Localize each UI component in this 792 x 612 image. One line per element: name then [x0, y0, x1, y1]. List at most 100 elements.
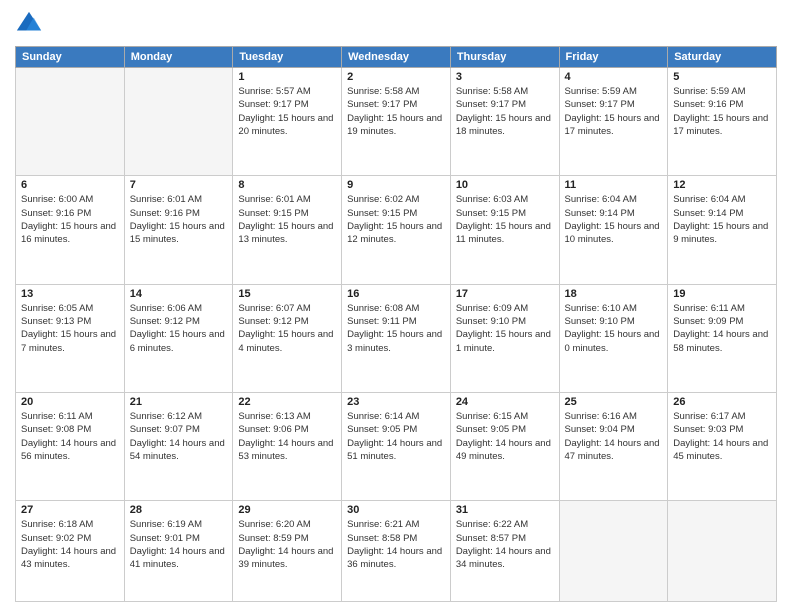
day-info: Sunrise: 6:21 AMSunset: 8:58 PMDaylight:… — [347, 518, 445, 571]
day-info: Sunrise: 6:06 AMSunset: 9:12 PMDaylight:… — [130, 302, 228, 355]
day-number: 28 — [130, 504, 228, 516]
weekday-header: Monday — [124, 47, 233, 68]
calendar-cell: 30 Sunrise: 6:21 AMSunset: 8:58 PMDayligh… — [342, 501, 451, 602]
calendar-cell: 27Sunrise: 6:18 AMSunset: 9:02 PMDayligh… — [16, 501, 125, 602]
calendar-cell — [668, 501, 777, 602]
day-number: 21 — [130, 396, 228, 408]
day-number: 7 — [130, 179, 228, 191]
calendar-cell — [559, 501, 668, 602]
calendar-cell: 25 Sunrise: 6:16 AMSunset: 9:04 PMDayligh… — [559, 393, 668, 501]
day-info: Sunrise: 5:59 AMSunset: 9:17 PMDaylight:… — [565, 85, 663, 138]
calendar-cell: 22 Sunrise: 6:13 AMSunset: 9:06 PMDayligh… — [233, 393, 342, 501]
day-number: 16 — [347, 288, 445, 300]
day-number: 31 — [456, 504, 554, 516]
day-info: Sunrise: 6:14 AMSunset: 9:05 PMDaylight:… — [347, 410, 445, 463]
calendar-cell: 29 Sunrise: 6:20 AMSunset: 8:59 PMDayligh… — [233, 501, 342, 602]
day-info: Sunrise: 6:04 AMSunset: 9:14 PMDaylight:… — [673, 193, 771, 246]
day-number: 8 — [238, 179, 336, 191]
day-info: Sunrise: 6:08 AMSunset: 9:11 PMDaylight:… — [347, 302, 445, 355]
day-info: Sunrise: 6:10 AMSunset: 9:10 PMDaylight:… — [565, 302, 663, 355]
day-info: Sunrise: 6:01 AMSunset: 9:16 PMDaylight:… — [130, 193, 228, 246]
calendar-cell: 10 Sunrise: 6:03 AMSunset: 9:15 PMDayligh… — [450, 176, 559, 284]
day-number: 4 — [565, 71, 663, 83]
calendar-cell: 6 Sunrise: 6:00 AMSunset: 9:16 PMDaylight… — [16, 176, 125, 284]
calendar-week-row: 6 Sunrise: 6:00 AMSunset: 9:16 PMDaylight… — [16, 176, 777, 284]
calendar-cell: 2 Sunrise: 5:58 AMSunset: 9:17 PMDaylight… — [342, 68, 451, 176]
calendar-cell: 3 Sunrise: 5:58 AMSunset: 9:17 PMDaylight… — [450, 68, 559, 176]
day-number: 22 — [238, 396, 336, 408]
day-number: 29 — [238, 504, 336, 516]
logo-icon — [15, 10, 43, 38]
day-info: Sunrise: 6:20 AMSunset: 8:59 PMDaylight:… — [238, 518, 336, 571]
day-info: Sunrise: 6:11 AMSunset: 9:08 PMDaylight:… — [21, 410, 119, 463]
calendar-cell: 24Sunrise: 6:15 AMSunset: 9:05 PMDayligh… — [450, 393, 559, 501]
calendar-cell: 7 Sunrise: 6:01 AMSunset: 9:16 PMDaylight… — [124, 176, 233, 284]
day-info: Sunrise: 6:05 AMSunset: 9:13 PMDaylight:… — [21, 302, 119, 355]
day-number: 26 — [673, 396, 771, 408]
weekday-header: Thursday — [450, 47, 559, 68]
calendar-cell: 26 Sunrise: 6:17 AMSunset: 9:03 PMDayligh… — [668, 393, 777, 501]
day-info: Sunrise: 5:59 AMSunset: 9:16 PMDaylight:… — [673, 85, 771, 138]
day-number: 6 — [21, 179, 119, 191]
calendar-cell: 4 Sunrise: 5:59 AMSunset: 9:17 PMDaylight… — [559, 68, 668, 176]
day-info: Sunrise: 6:17 AMSunset: 9:03 PMDaylight:… — [673, 410, 771, 463]
day-info: Sunrise: 6:04 AMSunset: 9:14 PMDaylight:… — [565, 193, 663, 246]
calendar-week-row: 13Sunrise: 6:05 AMSunset: 9:13 PMDayligh… — [16, 284, 777, 392]
page: SundayMondayTuesdayWednesdayThursdayFrid… — [0, 0, 792, 612]
day-number: 1 — [238, 71, 336, 83]
day-number: 11 — [565, 179, 663, 191]
day-info: Sunrise: 6:00 AMSunset: 9:16 PMDaylight:… — [21, 193, 119, 246]
day-number: 18 — [565, 288, 663, 300]
calendar-cell: 21 Sunrise: 6:12 AMSunset: 9:07 PMDayligh… — [124, 393, 233, 501]
day-number: 2 — [347, 71, 445, 83]
day-number: 3 — [456, 71, 554, 83]
calendar-cell: 11 Sunrise: 6:04 AMSunset: 9:14 PMDayligh… — [559, 176, 668, 284]
calendar-cell: 18 Sunrise: 6:10 AMSunset: 9:10 PMDayligh… — [559, 284, 668, 392]
day-info: Sunrise: 6:02 AMSunset: 9:15 PMDaylight:… — [347, 193, 445, 246]
calendar-cell: 31 Sunrise: 6:22 AMSunset: 8:57 PMDayligh… — [450, 501, 559, 602]
day-number: 20 — [21, 396, 119, 408]
weekday-header: Sunday — [16, 47, 125, 68]
calendar-week-row: 20 Sunrise: 6:11 AMSunset: 9:08 PMDayligh… — [16, 393, 777, 501]
calendar-table: SundayMondayTuesdayWednesdayThursdayFrid… — [15, 46, 777, 602]
weekday-header: Friday — [559, 47, 668, 68]
day-number: 30 — [347, 504, 445, 516]
day-number: 15 — [238, 288, 336, 300]
day-info: Sunrise: 6:12 AMSunset: 9:07 PMDaylight:… — [130, 410, 228, 463]
day-number: 5 — [673, 71, 771, 83]
calendar-cell: 20 Sunrise: 6:11 AMSunset: 9:08 PMDayligh… — [16, 393, 125, 501]
day-info: Sunrise: 6:18 AMSunset: 9:02 PMDaylight:… — [21, 518, 119, 571]
calendar-cell: 17Sunrise: 6:09 AMSunset: 9:10 PMDayligh… — [450, 284, 559, 392]
day-info: Sunrise: 6:22 AMSunset: 8:57 PMDaylight:… — [456, 518, 554, 571]
calendar-cell: 5 Sunrise: 5:59 AMSunset: 9:16 PMDaylight… — [668, 68, 777, 176]
calendar-cell: 12 Sunrise: 6:04 AMSunset: 9:14 PMDayligh… — [668, 176, 777, 284]
calendar-cell: 15 Sunrise: 6:07 AMSunset: 9:12 PMDayligh… — [233, 284, 342, 392]
header — [15, 10, 777, 38]
day-number: 10 — [456, 179, 554, 191]
calendar-week-row: 27Sunrise: 6:18 AMSunset: 9:02 PMDayligh… — [16, 501, 777, 602]
logo — [15, 10, 47, 38]
day-info: Sunrise: 6:07 AMSunset: 9:12 PMDaylight:… — [238, 302, 336, 355]
calendar-cell: 19Sunrise: 6:11 AMSunset: 9:09 PMDayligh… — [668, 284, 777, 392]
calendar-cell: 13Sunrise: 6:05 AMSunset: 9:13 PMDayligh… — [16, 284, 125, 392]
calendar-week-row: 1 Sunrise: 5:57 AMSunset: 9:17 PMDaylight… — [16, 68, 777, 176]
day-info: Sunrise: 6:01 AMSunset: 9:15 PMDaylight:… — [238, 193, 336, 246]
day-info: Sunrise: 6:03 AMSunset: 9:15 PMDaylight:… — [456, 193, 554, 246]
day-info: Sunrise: 6:13 AMSunset: 9:06 PMDaylight:… — [238, 410, 336, 463]
calendar-cell: 16 Sunrise: 6:08 AMSunset: 9:11 PMDayligh… — [342, 284, 451, 392]
calendar-header-row: SundayMondayTuesdayWednesdayThursdayFrid… — [16, 47, 777, 68]
day-info: Sunrise: 5:58 AMSunset: 9:17 PMDaylight:… — [347, 85, 445, 138]
weekday-header: Wednesday — [342, 47, 451, 68]
day-info: Sunrise: 6:16 AMSunset: 9:04 PMDaylight:… — [565, 410, 663, 463]
day-number: 17 — [456, 288, 554, 300]
calendar-cell — [124, 68, 233, 176]
day-info: Sunrise: 6:19 AMSunset: 9:01 PMDaylight:… — [130, 518, 228, 571]
calendar-cell: 9Sunrise: 6:02 AMSunset: 9:15 PMDaylight… — [342, 176, 451, 284]
day-info: Sunrise: 5:57 AMSunset: 9:17 PMDaylight:… — [238, 85, 336, 138]
weekday-header: Tuesday — [233, 47, 342, 68]
day-number: 19 — [673, 288, 771, 300]
day-number: 25 — [565, 396, 663, 408]
day-number: 24 — [456, 396, 554, 408]
day-number: 12 — [673, 179, 771, 191]
day-info: Sunrise: 5:58 AMSunset: 9:17 PMDaylight:… — [456, 85, 554, 138]
